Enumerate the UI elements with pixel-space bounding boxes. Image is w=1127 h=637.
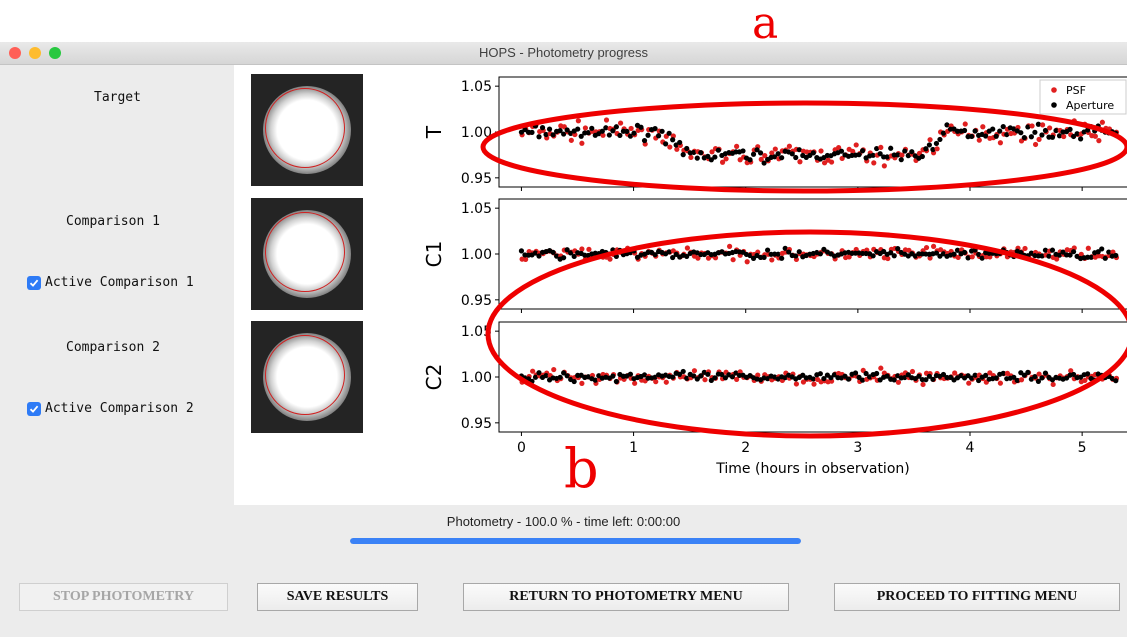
annotation-ellipse-b xyxy=(485,229,1127,439)
annotation-ellipse-a xyxy=(480,100,1127,194)
annotation-label-a: a xyxy=(752,0,778,49)
annotation-overlay: a b xyxy=(480,0,1127,500)
annotation-label-b: b xyxy=(564,437,599,500)
